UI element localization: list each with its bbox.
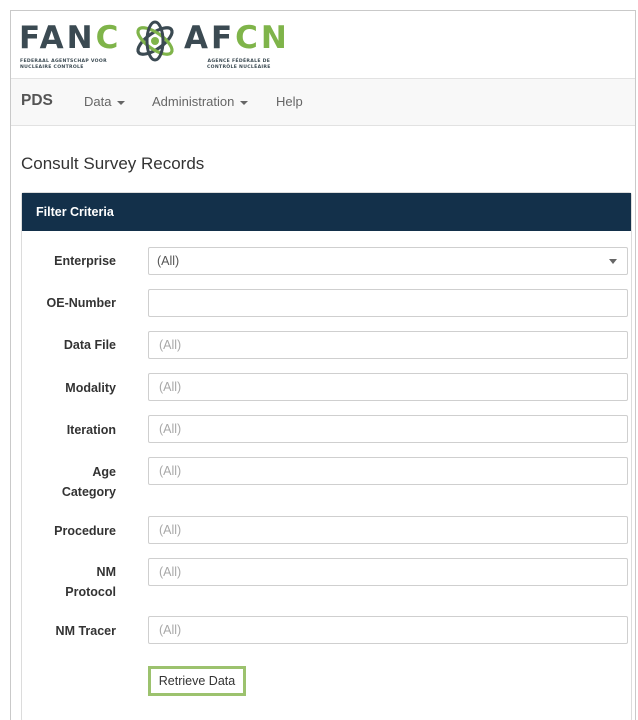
atom-emblem-icon	[136, 20, 174, 62]
modality-input[interactable]	[148, 373, 628, 401]
iteration-input[interactable]	[148, 415, 628, 443]
modality-label: Modality	[65, 381, 116, 395]
procedure-label: Procedure	[54, 524, 116, 538]
iteration-label: Iteration	[66, 423, 116, 437]
fanc-afcn-logo[interactable]: FANC AFCN FEDERAAL AGENTSCHAP VOOR NUCLE…	[19, 19, 319, 75]
nm-protocol-label: NM Protocol	[65, 565, 116, 599]
dropdown-arrow-icon	[609, 259, 617, 264]
nm-protocol-input[interactable]	[148, 558, 628, 586]
navbar: PDS Data Administration Help	[11, 78, 635, 126]
panel-heading: Filter Criteria	[22, 193, 631, 231]
procedure-input[interactable]	[148, 516, 628, 544]
data-file-label: Data File	[63, 338, 116, 352]
logo-right-subtitle: AGENCE FÉDÉRALE DE CONTRÔLE NUCLÉAIRE	[207, 59, 271, 70]
retrieve-data-button[interactable]: Retrieve Data	[148, 666, 246, 696]
age-category-label: Age Category	[61, 465, 116, 499]
app-window: FANC AFCN FEDERAAL AGENTSCHAP VOOR NUCLE…	[10, 10, 636, 720]
logo-left-subtitle: FEDERAAL AGENTSCHAP VOOR NUCLEAIRE CONTR…	[20, 59, 107, 70]
filter-panel: Filter Criteria Enterprise (All) OE-Numb…	[21, 192, 632, 720]
enterprise-selected-value: (All)	[157, 254, 180, 268]
nav-item-help[interactable]: Help	[276, 94, 303, 109]
caret-down-icon	[240, 100, 249, 105]
nm-tracer-label: NM Tracer	[55, 624, 116, 638]
data-file-input[interactable]	[148, 331, 628, 359]
header: FANC AFCN FEDERAAL AGENTSCHAP VOOR NUCLE…	[11, 11, 635, 78]
enterprise-select[interactable]: (All)	[148, 247, 628, 275]
navbar-brand[interactable]: PDS	[21, 92, 53, 110]
oe-number-label: OE-Number	[46, 296, 116, 310]
caret-down-icon	[117, 100, 126, 105]
nav-item-administration[interactable]: Administration	[152, 94, 249, 109]
page-title: Consult Survey Records	[21, 154, 205, 173]
logo-right-word: AFCN	[184, 20, 290, 56]
age-category-input[interactable]	[148, 457, 628, 485]
logo-left-word: FANC	[19, 20, 122, 56]
oe-number-input[interactable]	[148, 289, 628, 317]
enterprise-label: Enterprise	[54, 254, 116, 268]
nav-item-data[interactable]: Data	[84, 94, 126, 109]
nm-tracer-input[interactable]	[148, 616, 628, 644]
